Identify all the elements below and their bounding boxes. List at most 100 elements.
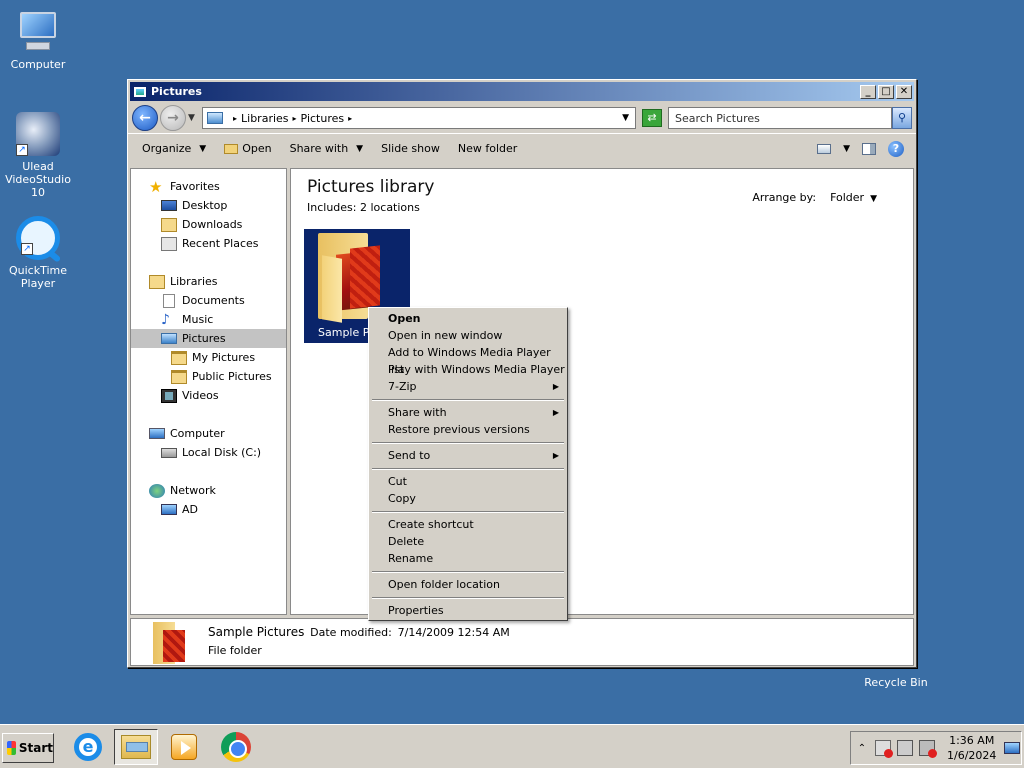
menu-item-open[interactable]: Open [371, 310, 565, 327]
slide-show-button[interactable]: Slide show [381, 142, 450, 155]
network-computer-icon [161, 504, 177, 515]
documents-icon [163, 293, 175, 308]
action-center-flag-icon[interactable] [875, 740, 893, 758]
library-includes: Includes: 2 locations [307, 201, 420, 214]
nav-item-network[interactable]: Network [131, 481, 286, 500]
picture-folder-icon [153, 622, 187, 664]
address-bar[interactable]: ▸ Libraries ▸ Pictures ▸ ▼ [202, 107, 636, 129]
taskbar-windows-explorer[interactable] [114, 729, 158, 765]
desktop-icon-quicktime[interactable]: ↗ QuickTime Player [0, 216, 78, 290]
nav-label: Network [170, 484, 216, 497]
computer-icon [16, 10, 60, 54]
nav-item-libraries[interactable]: Libraries [131, 272, 286, 291]
nav-item-local-disk[interactable]: Local Disk (C:) [131, 443, 286, 462]
breadcrumb-libraries[interactable]: Libraries [241, 112, 289, 125]
share-with-button[interactable]: Share with ▼ [290, 142, 374, 155]
menu-item-cut[interactable]: Cut [371, 473, 565, 490]
nav-item-videos[interactable]: Videos [131, 386, 286, 405]
menu-item-share-with[interactable]: Share with ▶ [371, 404, 565, 421]
desktop-icon-recycle-bin[interactable]: Recycle Bin [860, 676, 932, 689]
menu-item-add-wmp-list[interactable]: Add to Windows Media Player list [371, 344, 565, 376]
taskbar-windows-media-player[interactable] [162, 729, 206, 765]
change-view-icon[interactable] [817, 143, 832, 154]
nav-label: Local Disk (C:) [182, 446, 262, 459]
show-hidden-icons-chevron-icon[interactable]: ⌃ [855, 743, 869, 754]
command-bar: Organize ▼ Open Share with ▼ Slide show … [128, 133, 916, 163]
preview-pane-icon[interactable] [862, 142, 876, 155]
nav-item-ad[interactable]: AD [131, 500, 286, 519]
windows-logo-icon [7, 741, 16, 755]
nav-item-documents[interactable]: Documents [131, 291, 286, 310]
nav-item-downloads[interactable]: Downloads [131, 215, 286, 234]
folder-icon [171, 350, 187, 365]
downloads-folder-icon [161, 217, 177, 232]
nav-label: Desktop [182, 199, 228, 212]
menu-item-properties[interactable]: Properties [371, 602, 565, 619]
arrange-by-dropdown[interactable]: Folder ▼ [830, 191, 877, 204]
menu-item-open-new-window[interactable]: Open in new window [371, 327, 565, 344]
title-bar[interactable]: Pictures _ □ ✕ [130, 82, 914, 101]
desktop-icon-label: QuickTime Player [8, 264, 68, 290]
computer-icon [149, 428, 165, 439]
details-date-label: Date modified: [310, 626, 392, 639]
view-options-dropdown-icon[interactable]: ▼ [843, 144, 850, 154]
chevron-down-icon: ▼ [870, 194, 877, 204]
menu-separator [372, 511, 564, 513]
nav-item-public-pictures[interactable]: Public Pictures [131, 367, 286, 386]
menu-item-create-shortcut[interactable]: Create shortcut [371, 516, 565, 533]
nav-label: Public Pictures [192, 370, 272, 383]
nav-item-computer[interactable]: Computer [131, 424, 286, 443]
search-input[interactable]: Search Pictures [668, 107, 892, 129]
volume-muted-icon[interactable] [919, 740, 937, 758]
clock[interactable]: 1:36 AM 1/6/2024 [947, 733, 996, 763]
menu-item-rename[interactable]: Rename [371, 550, 565, 567]
menu-item-open-folder-location[interactable]: Open folder location [371, 576, 565, 593]
nav-item-favorites[interactable]: ★ Favorites [131, 177, 286, 196]
menu-item-7zip[interactable]: 7-Zip ▶ [371, 378, 565, 395]
hard-disk-icon [161, 447, 177, 458]
menu-item-restore-previous[interactable]: Restore previous versions [371, 421, 565, 438]
library-title: Pictures library [307, 177, 435, 197]
nav-label: Pictures [182, 332, 226, 345]
picture-folder-icon [318, 233, 380, 323]
taskbar-internet-explorer[interactable]: e [66, 729, 110, 765]
breadcrumb-arrow-icon[interactable]: ▸ [293, 114, 297, 123]
nav-item-desktop[interactable]: Desktop [131, 196, 286, 215]
help-icon[interactable]: ? [888, 140, 904, 157]
nav-item-music[interactable]: ♪ Music [131, 310, 286, 329]
menu-item-play-wmp[interactable]: Play with Windows Media Player [371, 361, 565, 378]
back-button[interactable]: ← [132, 105, 158, 131]
address-row: ← → ▼ ▸ Libraries ▸ Pictures ▸ ▼ ⇄ Searc… [128, 103, 916, 133]
close-button[interactable]: ✕ [896, 84, 912, 99]
includes-locations-link[interactable]: 2 locations [360, 201, 420, 214]
show-desktop-icon[interactable] [1004, 742, 1021, 754]
new-folder-button[interactable]: New folder [458, 142, 527, 155]
refresh-button[interactable]: ⇄ [642, 109, 662, 127]
start-button[interactable]: Start [2, 733, 54, 763]
menu-item-delete[interactable]: Delete [371, 533, 565, 550]
nav-item-my-pictures[interactable]: My Pictures [131, 348, 286, 367]
chrome-icon [221, 732, 251, 762]
maximize-button[interactable]: □ [878, 84, 894, 99]
menu-item-send-to[interactable]: Send to ▶ [371, 447, 565, 464]
forward-button[interactable]: → [160, 105, 186, 131]
menu-item-copy[interactable]: Copy [371, 490, 565, 507]
search-icon[interactable]: ⚲ [892, 107, 912, 129]
network-status-icon[interactable] [897, 740, 913, 756]
desktop-icon-computer[interactable]: Computer [0, 10, 78, 71]
details-pane: Sample Pictures Date modified: 7/14/2009… [130, 618, 914, 666]
minimize-button[interactable]: _ [860, 84, 876, 99]
breadcrumb-arrow-icon[interactable]: ▸ [233, 114, 237, 123]
breadcrumb-arrow-icon[interactable]: ▸ [348, 114, 352, 123]
nav-item-recent-places[interactable]: Recent Places [131, 234, 286, 253]
nav-item-pictures[interactable]: Pictures [131, 329, 286, 348]
system-tray: ⌃ 1:36 AM 1/6/2024 [850, 731, 1022, 765]
organize-button[interactable]: Organize ▼ [142, 142, 216, 155]
open-button[interactable]: Open [224, 142, 281, 155]
recent-pages-dropdown-icon[interactable]: ▼ [188, 113, 195, 123]
internet-explorer-icon: e [74, 733, 102, 761]
address-history-dropdown-icon[interactable]: ▼ [622, 113, 629, 123]
desktop-icon-ulead[interactable]: ↗ Ulead VideoStudio 10 [0, 112, 78, 199]
taskbar-chrome[interactable] [214, 729, 258, 765]
breadcrumb-pictures[interactable]: Pictures [301, 112, 345, 125]
